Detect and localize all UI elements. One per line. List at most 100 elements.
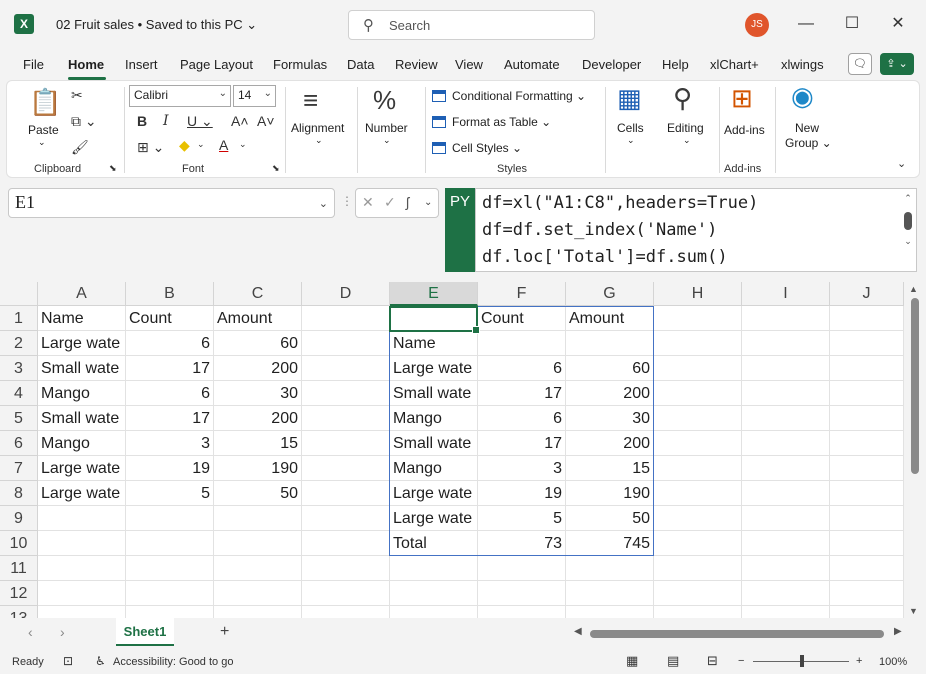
cell-a11[interactable] <box>38 556 126 581</box>
python-badge[interactable]: PY <box>445 188 475 272</box>
cancel-icon[interactable]: ✕ <box>362 194 374 211</box>
cell-d8[interactable] <box>302 481 390 506</box>
cell-e11[interactable] <box>390 556 478 581</box>
cell-b5[interactable]: 17 <box>126 406 214 431</box>
cell-f10[interactable]: 73 <box>478 531 566 556</box>
chevron-up-icon[interactable]: ⌃ <box>902 193 914 204</box>
cell-c1[interactable]: Amount <box>214 306 302 331</box>
conditional-formatting-button[interactable]: Conditional Formatting ⌄ <box>432 89 586 103</box>
cell-a8[interactable]: Large wate <box>38 481 126 506</box>
scroll-down-icon[interactable]: ▼ <box>909 606 918 616</box>
cell-e2[interactable]: Name <box>390 331 478 356</box>
tab-file[interactable]: File <box>23 57 44 72</box>
italic-icon[interactable]: I <box>163 113 169 129</box>
cell-f3[interactable]: 6 <box>478 356 566 381</box>
cell-b9[interactable] <box>126 506 214 531</box>
paste-dropdown-icon[interactable]: ⌄ <box>38 137 46 148</box>
document-title[interactable]: 02 Fruit sales • Saved to this PC ⌄ <box>56 17 257 33</box>
row-header-9[interactable]: 9 <box>0 506 38 531</box>
row-header-6[interactable]: 6 <box>0 431 38 456</box>
tab-view[interactable]: View <box>455 57 483 72</box>
cell-g5[interactable]: 30 <box>566 406 654 431</box>
cell-e1[interactable] <box>390 306 478 331</box>
cell-d5[interactable] <box>302 406 390 431</box>
column-header-f[interactable]: F <box>478 282 566 306</box>
cell-c13[interactable] <box>214 606 302 618</box>
column-header-g[interactable]: G <box>566 282 654 306</box>
cell-d9[interactable] <box>302 506 390 531</box>
tab-page-layout[interactable]: Page Layout <box>180 57 253 72</box>
cell-i2[interactable] <box>742 331 830 356</box>
tab-review[interactable]: Review <box>395 57 438 72</box>
cell-h6[interactable] <box>654 431 742 456</box>
cell-c6[interactable]: 15 <box>214 431 302 456</box>
formula-input[interactable]: df=xl("A1:C8",headers=True) df=df.set_in… <box>475 188 917 272</box>
cell-f4[interactable]: 17 <box>478 381 566 406</box>
cell-e4[interactable]: Small wate <box>390 381 478 406</box>
cell-g8[interactable]: 190 <box>566 481 654 506</box>
cell-g2[interactable] <box>566 331 654 356</box>
cell-a6[interactable]: Mango <box>38 431 126 456</box>
cell-h12[interactable] <box>654 581 742 606</box>
cell-j12[interactable] <box>830 581 904 606</box>
tab-home[interactable]: Home <box>68 57 104 72</box>
zoom-level[interactable]: 100% <box>879 656 907 668</box>
cut-icon[interactable]: ✂ <box>71 87 83 104</box>
cell-b1[interactable]: Count <box>126 306 214 331</box>
cell-c2[interactable]: 60 <box>214 331 302 356</box>
cell-h4[interactable] <box>654 381 742 406</box>
cell-f5[interactable]: 6 <box>478 406 566 431</box>
cell-j7[interactable] <box>830 456 904 481</box>
cell-g11[interactable] <box>566 556 654 581</box>
column-header-e[interactable]: E <box>390 282 478 306</box>
maximize-icon[interactable]: ☐ <box>838 12 866 36</box>
cell-f6[interactable]: 17 <box>478 431 566 456</box>
number-button[interactable]: Number <box>365 121 408 135</box>
cell-c10[interactable] <box>214 531 302 556</box>
cell-b7[interactable]: 19 <box>126 456 214 481</box>
cell-j1[interactable] <box>830 306 904 331</box>
cell-h5[interactable] <box>654 406 742 431</box>
cell-j10[interactable] <box>830 531 904 556</box>
column-header-d[interactable]: D <box>302 282 390 306</box>
underline-icon[interactable]: U ⌄ <box>187 113 213 130</box>
share-button[interactable]: ⇪ ⌄ <box>880 53 914 75</box>
cell-i6[interactable] <box>742 431 830 456</box>
minimize-icon[interactable]: — <box>792 12 820 36</box>
cell-h3[interactable] <box>654 356 742 381</box>
user-avatar[interactable]: JS <box>745 13 769 37</box>
cell-g9[interactable]: 50 <box>566 506 654 531</box>
cell-c11[interactable] <box>214 556 302 581</box>
cell-a9[interactable] <box>38 506 126 531</box>
cell-a3[interactable]: Small wate <box>38 356 126 381</box>
cell-c12[interactable] <box>214 581 302 606</box>
cell-j8[interactable] <box>830 481 904 506</box>
row-header-7[interactable]: 7 <box>0 456 38 481</box>
font-color-dropdown-icon[interactable]: ⌄ <box>239 139 247 150</box>
row-header-13[interactable]: 13 <box>0 606 38 618</box>
cell-i4[interactable] <box>742 381 830 406</box>
cell-e12[interactable] <box>390 581 478 606</box>
collapse-ribbon-icon[interactable]: ⌄ <box>897 157 906 170</box>
cell-d6[interactable] <box>302 431 390 456</box>
column-header-h[interactable]: H <box>654 282 742 306</box>
fill-color-icon[interactable]: ◆ <box>179 137 190 154</box>
row-header-3[interactable]: 3 <box>0 356 38 381</box>
cell-f12[interactable] <box>478 581 566 606</box>
scroll-left-icon[interactable]: ◀ <box>574 626 582 637</box>
dialog-launcher-icon[interactable]: ⬊ <box>272 163 280 174</box>
tab-developer[interactable]: Developer <box>582 57 641 72</box>
increase-font-icon[interactable]: A˄ <box>231 113 249 129</box>
tab-xlchart[interactable]: xlChart+ <box>710 57 759 72</box>
cell-c5[interactable]: 200 <box>214 406 302 431</box>
cell-h10[interactable] <box>654 531 742 556</box>
percent-icon[interactable]: % <box>373 85 396 116</box>
cell-a1[interactable]: Name <box>38 306 126 331</box>
cell-j3[interactable] <box>830 356 904 381</box>
magnifier-icon[interactable]: ⚲ <box>673 83 692 114</box>
cell-i3[interactable] <box>742 356 830 381</box>
alignment-button[interactable]: Alignment <box>291 121 344 135</box>
cell-g1[interactable]: Amount <box>566 306 654 331</box>
cell-f7[interactable]: 3 <box>478 456 566 481</box>
cell-i13[interactable] <box>742 606 830 618</box>
